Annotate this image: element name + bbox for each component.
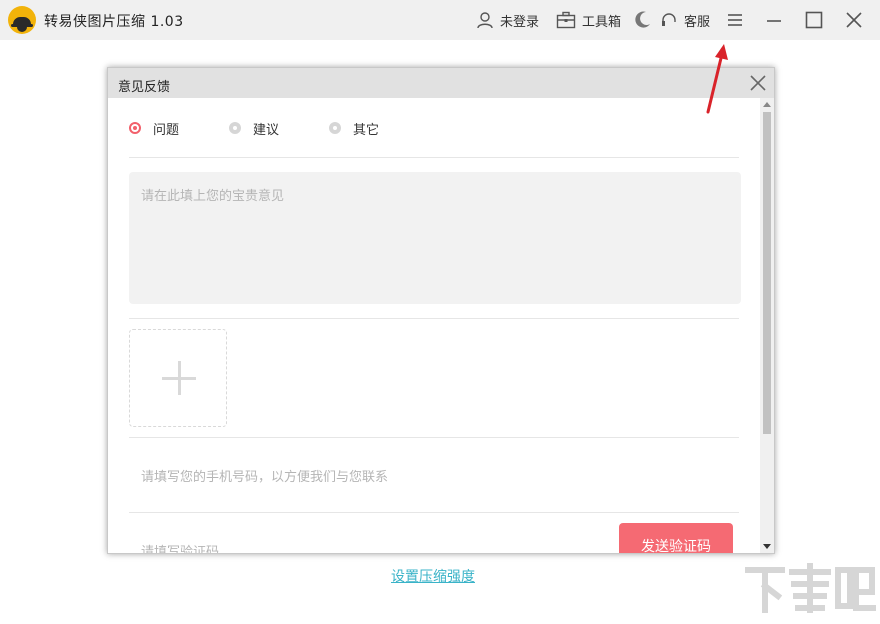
- moon-icon: [635, 11, 650, 28]
- radio-unselected-icon: [229, 122, 242, 134]
- radio-label: 问题: [153, 122, 180, 138]
- user-icon: [477, 12, 493, 29]
- app-title: 转易侠图片压缩 1.03: [44, 14, 184, 30]
- login-button[interactable]: 未登录: [476, 0, 539, 40]
- code-placeholder: 请填写验证码: [141, 545, 220, 554]
- image-upload-button[interactable]: [129, 329, 227, 427]
- verification-code-input[interactable]: 请填写验证码: [141, 541, 220, 554]
- dialog-header: 意见反馈: [108, 68, 774, 98]
- maximize-button[interactable]: [802, 8, 826, 32]
- divider: [129, 512, 739, 513]
- radio-question[interactable]: 问题: [129, 119, 179, 138]
- send-code-button[interactable]: 发送验证码: [619, 523, 733, 553]
- dialog-title: 意见反馈: [118, 80, 171, 95]
- close-icon: [846, 12, 862, 28]
- radio-suggestion[interactable]: 建议: [229, 119, 279, 138]
- app-logo-icon: [8, 6, 36, 34]
- radio-selected-icon: [129, 122, 141, 134]
- minimize-button[interactable]: [762, 8, 786, 32]
- divider: [129, 157, 739, 158]
- radio-label: 其它: [353, 122, 380, 138]
- title-bar: 转易侠图片压缩 1.03 未登录 工具箱 客服: [0, 0, 880, 40]
- toolbox-button[interactable]: 工具箱: [556, 0, 621, 40]
- divider: [129, 437, 739, 438]
- customer-service-label: 客服: [684, 14, 711, 30]
- customer-service-button[interactable]: 客服: [660, 0, 710, 40]
- login-label: 未登录: [500, 14, 540, 30]
- watermark-logo: [742, 562, 877, 624]
- hamburger-menu-icon: [728, 14, 742, 26]
- close-window-button[interactable]: [842, 8, 866, 32]
- feedback-placeholder: 请在此填上您的宝贵意见: [141, 189, 285, 204]
- feedback-dialog: 意见反馈 问题 建议 其它 请在此填上您的宝贵意见 请填写您的手机号码，以方便我…: [107, 67, 775, 554]
- headset-icon: [662, 13, 676, 26]
- scroll-down-arrow-icon[interactable]: [763, 544, 771, 549]
- compress-strength-link[interactable]: 设置压缩强度: [391, 566, 475, 586]
- radio-label: 建议: [253, 122, 280, 138]
- scroll-thumb[interactable]: [763, 112, 771, 434]
- minimize-icon: [767, 20, 781, 22]
- dialog-close-icon[interactable]: [748, 73, 768, 93]
- toolbox-icon: [556, 11, 576, 29]
- dialog-scrollbar[interactable]: [760, 98, 774, 553]
- feedback-textarea[interactable]: 请在此填上您的宝贵意见: [129, 172, 741, 304]
- maximize-icon: [805, 11, 823, 29]
- night-mode-button[interactable]: [632, 0, 652, 40]
- phone-input[interactable]: 请填写您的手机号码，以方便我们与您联系: [141, 466, 388, 485]
- radio-unselected-icon: [329, 122, 342, 134]
- scroll-up-arrow-icon[interactable]: [763, 102, 771, 107]
- phone-placeholder: 请填写您的手机号码，以方便我们与您联系: [141, 470, 389, 485]
- annotation-arrow-icon: [706, 44, 728, 114]
- feedback-type-radio-group: 问题 建议 其它: [129, 119, 429, 138]
- radio-other[interactable]: 其它: [329, 119, 379, 138]
- toolbox-label: 工具箱: [582, 14, 622, 30]
- watermark-logo-icon: [745, 563, 877, 613]
- plus-icon-stroke: [178, 361, 181, 395]
- menu-button[interactable]: [723, 8, 747, 32]
- divider: [129, 318, 739, 319]
